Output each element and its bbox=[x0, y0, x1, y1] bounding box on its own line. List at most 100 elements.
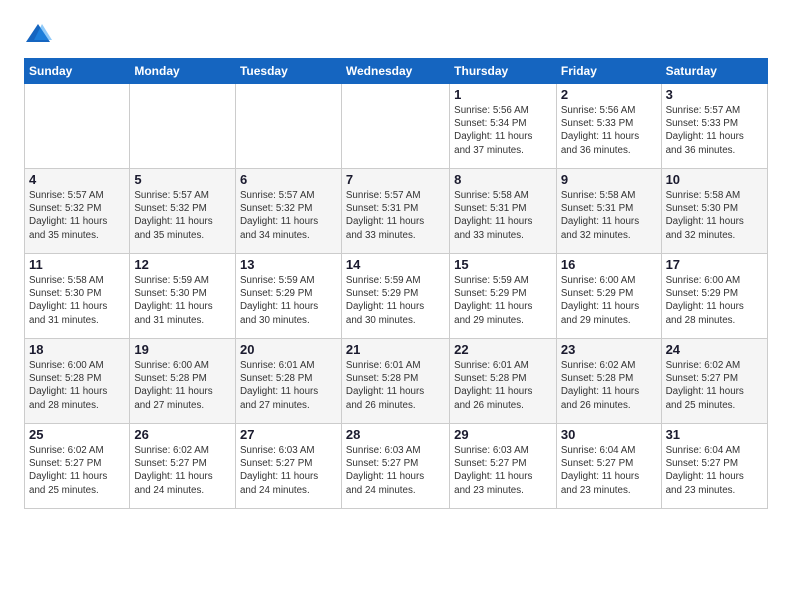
week-row-5: 25Sunrise: 6:02 AMSunset: 5:27 PMDayligh… bbox=[25, 424, 768, 509]
day-number: 28 bbox=[346, 427, 445, 442]
calendar-cell: 29 Sunrise: 6:03 AMSunset: 5:27 PMDayligh… bbox=[450, 424, 557, 509]
day-number: 20 bbox=[240, 342, 337, 357]
day-number: 17 bbox=[666, 257, 763, 272]
day-info: Sunrise: 5:58 AMSunset: 5:31 PMDaylight:… bbox=[454, 189, 552, 242]
page: SundayMondayTuesdayWednesdayThursdayFrid… bbox=[0, 0, 792, 612]
day-info: Sunrise: 6:00 AMSunset: 5:28 PMDaylight:… bbox=[134, 359, 231, 412]
cell-content: 10 Sunrise: 5:58 AMSunset: 5:30 PMDayligh… bbox=[666, 172, 763, 242]
day-number: 31 bbox=[666, 427, 763, 442]
calendar-cell: 9Sunrise: 5:58 AMSunset: 5:31 PMDaylight… bbox=[556, 169, 661, 254]
week-row-2: 4Sunrise: 5:57 AMSunset: 5:32 PMDaylight… bbox=[25, 169, 768, 254]
calendar-cell: 24Sunrise: 6:02 AMSunset: 5:27 PMDayligh… bbox=[661, 339, 767, 424]
cell-content: 30Sunrise: 6:04 AMSunset: 5:27 PMDayligh… bbox=[561, 427, 657, 497]
day-number: 23 bbox=[561, 342, 657, 357]
header-cell-tuesday: Tuesday bbox=[235, 59, 341, 84]
week-row-1: 1 Sunrise: 5:56 AMSunset: 5:34 PMDaylight… bbox=[25, 84, 768, 169]
day-info: Sunrise: 6:01 AMSunset: 5:28 PMDaylight:… bbox=[454, 359, 552, 412]
day-number: 15 bbox=[454, 257, 552, 272]
cell-content: 21Sunrise: 6:01 AMSunset: 5:28 PMDayligh… bbox=[346, 342, 445, 412]
cell-content: 5Sunrise: 5:57 AMSunset: 5:32 PMDaylight… bbox=[134, 172, 231, 242]
cell-content: 19 Sunrise: 6:00 AMSunset: 5:28 PMDayligh… bbox=[134, 342, 231, 412]
calendar-cell: 11 Sunrise: 5:58 AMSunset: 5:30 PMDayligh… bbox=[25, 254, 130, 339]
cell-content: 28Sunrise: 6:03 AMSunset: 5:27 PMDayligh… bbox=[346, 427, 445, 497]
day-number: 12 bbox=[134, 257, 231, 272]
calendar-cell: 4Sunrise: 5:57 AMSunset: 5:32 PMDaylight… bbox=[25, 169, 130, 254]
cell-content: 3Sunrise: 5:57 AMSunset: 5:33 PMDaylight… bbox=[666, 87, 763, 157]
cell-content: 24Sunrise: 6:02 AMSunset: 5:27 PMDayligh… bbox=[666, 342, 763, 412]
day-info: Sunrise: 5:57 AMSunset: 5:32 PMDaylight:… bbox=[29, 189, 125, 242]
cell-content: 29 Sunrise: 6:03 AMSunset: 5:27 PMDayligh… bbox=[454, 427, 552, 497]
day-info: Sunrise: 6:03 AMSunset: 5:27 PMDaylight:… bbox=[454, 444, 552, 497]
day-number: 14 bbox=[346, 257, 445, 272]
calendar-cell: 20 Sunrise: 6:01 AMSunset: 5:28 PMDayligh… bbox=[235, 339, 341, 424]
calendar-cell bbox=[130, 84, 236, 169]
day-number: 21 bbox=[346, 342, 445, 357]
day-info: Sunrise: 6:00 AMSunset: 5:28 PMDaylight:… bbox=[29, 359, 125, 412]
calendar-cell: 6 Sunrise: 5:57 AMSunset: 5:32 PMDaylight… bbox=[235, 169, 341, 254]
calendar-cell: 16Sunrise: 6:00 AMSunset: 5:29 PMDayligh… bbox=[556, 254, 661, 339]
cell-content: 8 Sunrise: 5:58 AMSunset: 5:31 PMDaylight… bbox=[454, 172, 552, 242]
day-info: Sunrise: 5:56 AMSunset: 5:33 PMDaylight:… bbox=[561, 104, 657, 157]
cell-content: 13 Sunrise: 5:59 AMSunset: 5:29 PMDayligh… bbox=[240, 257, 337, 327]
day-info: Sunrise: 5:59 AMSunset: 5:29 PMDaylight:… bbox=[240, 274, 337, 327]
day-number: 2 bbox=[561, 87, 657, 102]
cell-content: 15Sunrise: 5:59 AMSunset: 5:29 PMDayligh… bbox=[454, 257, 552, 327]
calendar-cell bbox=[235, 84, 341, 169]
cell-content: 25Sunrise: 6:02 AMSunset: 5:27 PMDayligh… bbox=[29, 427, 125, 497]
day-info: Sunrise: 5:58 AMSunset: 5:31 PMDaylight:… bbox=[561, 189, 657, 242]
calendar-cell bbox=[341, 84, 449, 169]
week-row-3: 11 Sunrise: 5:58 AMSunset: 5:30 PMDayligh… bbox=[25, 254, 768, 339]
logo bbox=[24, 20, 56, 48]
header-cell-saturday: Saturday bbox=[661, 59, 767, 84]
calendar-cell: 1 Sunrise: 5:56 AMSunset: 5:34 PMDaylight… bbox=[450, 84, 557, 169]
calendar-cell: 8 Sunrise: 5:58 AMSunset: 5:31 PMDaylight… bbox=[450, 169, 557, 254]
cell-content: 12 Sunrise: 5:59 AMSunset: 5:30 PMDayligh… bbox=[134, 257, 231, 327]
day-info: Sunrise: 6:02 AMSunset: 5:27 PMDaylight:… bbox=[29, 444, 125, 497]
day-info: Sunrise: 6:04 AMSunset: 5:27 PMDaylight:… bbox=[561, 444, 657, 497]
cell-content: 31 Sunrise: 6:04 AMSunset: 5:27 PMDayligh… bbox=[666, 427, 763, 497]
day-number: 19 bbox=[134, 342, 231, 357]
calendar-table: SundayMondayTuesdayWednesdayThursdayFrid… bbox=[24, 58, 768, 509]
day-info: Sunrise: 5:57 AMSunset: 5:32 PMDaylight:… bbox=[240, 189, 337, 242]
day-info: Sunrise: 5:57 AMSunset: 5:33 PMDaylight:… bbox=[666, 104, 763, 157]
header-cell-monday: Monday bbox=[130, 59, 236, 84]
calendar-cell: 5Sunrise: 5:57 AMSunset: 5:32 PMDaylight… bbox=[130, 169, 236, 254]
day-number: 29 bbox=[454, 427, 552, 442]
header-cell-thursday: Thursday bbox=[450, 59, 557, 84]
cell-content: 7Sunrise: 5:57 AMSunset: 5:31 PMDaylight… bbox=[346, 172, 445, 242]
day-number: 10 bbox=[666, 172, 763, 187]
day-number: 8 bbox=[454, 172, 552, 187]
day-number: 13 bbox=[240, 257, 337, 272]
header-cell-sunday: Sunday bbox=[25, 59, 130, 84]
calendar-cell: 30Sunrise: 6:04 AMSunset: 5:27 PMDayligh… bbox=[556, 424, 661, 509]
cell-content: 27Sunrise: 6:03 AMSunset: 5:27 PMDayligh… bbox=[240, 427, 337, 497]
calendar-cell: 2 Sunrise: 5:56 AMSunset: 5:33 PMDaylight… bbox=[556, 84, 661, 169]
cell-content: 11 Sunrise: 5:58 AMSunset: 5:30 PMDayligh… bbox=[29, 257, 125, 327]
day-info: Sunrise: 5:57 AMSunset: 5:31 PMDaylight:… bbox=[346, 189, 445, 242]
cell-content: 14 Sunrise: 5:59 AMSunset: 5:29 PMDayligh… bbox=[346, 257, 445, 327]
day-info: Sunrise: 5:56 AMSunset: 5:34 PMDaylight:… bbox=[454, 104, 552, 157]
week-row-4: 18 Sunrise: 6:00 AMSunset: 5:28 PMDayligh… bbox=[25, 339, 768, 424]
calendar-cell: 21Sunrise: 6:01 AMSunset: 5:28 PMDayligh… bbox=[341, 339, 449, 424]
day-info: Sunrise: 5:59 AMSunset: 5:29 PMDaylight:… bbox=[346, 274, 445, 327]
cell-content: 16Sunrise: 6:00 AMSunset: 5:29 PMDayligh… bbox=[561, 257, 657, 327]
calendar-cell: 15Sunrise: 5:59 AMSunset: 5:29 PMDayligh… bbox=[450, 254, 557, 339]
calendar-cell: 7Sunrise: 5:57 AMSunset: 5:31 PMDaylight… bbox=[341, 169, 449, 254]
day-info: Sunrise: 5:58 AMSunset: 5:30 PMDaylight:… bbox=[29, 274, 125, 327]
day-info: Sunrise: 6:04 AMSunset: 5:27 PMDaylight:… bbox=[666, 444, 763, 497]
calendar-cell: 27Sunrise: 6:03 AMSunset: 5:27 PMDayligh… bbox=[235, 424, 341, 509]
cell-content: 1 Sunrise: 5:56 AMSunset: 5:34 PMDaylight… bbox=[454, 87, 552, 157]
day-number: 1 bbox=[454, 87, 552, 102]
day-number: 6 bbox=[240, 172, 337, 187]
day-number: 11 bbox=[29, 257, 125, 272]
cell-content: 22Sunrise: 6:01 AMSunset: 5:28 PMDayligh… bbox=[454, 342, 552, 412]
cell-content: 17Sunrise: 6:00 AMSunset: 5:29 PMDayligh… bbox=[666, 257, 763, 327]
day-info: Sunrise: 6:02 AMSunset: 5:28 PMDaylight:… bbox=[561, 359, 657, 412]
day-info: Sunrise: 6:01 AMSunset: 5:28 PMDaylight:… bbox=[240, 359, 337, 412]
day-info: Sunrise: 5:58 AMSunset: 5:30 PMDaylight:… bbox=[666, 189, 763, 242]
logo-icon bbox=[24, 20, 52, 48]
day-info: Sunrise: 5:59 AMSunset: 5:30 PMDaylight:… bbox=[134, 274, 231, 327]
day-number: 18 bbox=[29, 342, 125, 357]
calendar-cell: 13 Sunrise: 5:59 AMSunset: 5:29 PMDayligh… bbox=[235, 254, 341, 339]
calendar-cell: 26Sunrise: 6:02 AMSunset: 5:27 PMDayligh… bbox=[130, 424, 236, 509]
